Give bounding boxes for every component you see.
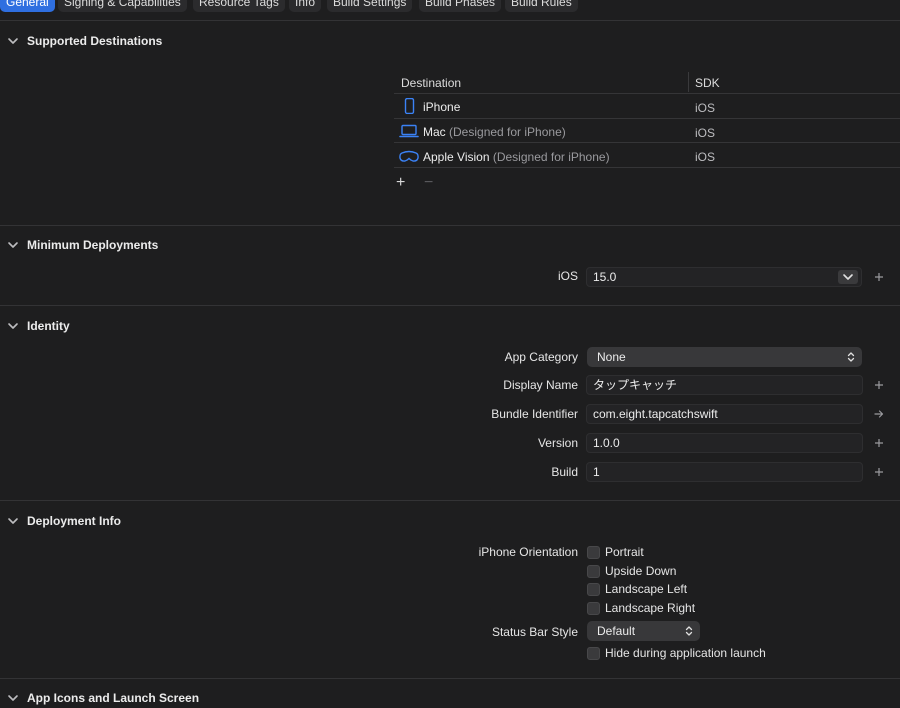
divider xyxy=(0,20,900,21)
upside-down-label[interactable]: Upside Down xyxy=(605,564,676,578)
chevron-down-icon[interactable] xyxy=(6,238,20,252)
tab-bar: General Signing & Capabilities Resource … xyxy=(0,0,900,12)
landscape-right-checkbox[interactable] xyxy=(587,602,600,615)
bundle-identifier-label: Bundle Identifier xyxy=(491,407,578,421)
ios-deployment-combo[interactable]: 15.0 xyxy=(586,267,862,287)
display-name-field[interactable]: タップキャッチ xyxy=(586,375,863,395)
vision-pro-icon xyxy=(399,150,419,162)
destination-name: Mac (Designed for iPhone) xyxy=(423,125,566,139)
tab-build-phases[interactable]: Build Phases xyxy=(419,0,502,12)
destination-name-text: Mac xyxy=(423,125,446,139)
table-divider xyxy=(394,93,900,94)
tab-build-settings[interactable]: Build Settings xyxy=(327,0,413,12)
version-field[interactable]: 1.0.0 xyxy=(586,433,863,453)
tab-signing-capabilities[interactable]: Signing & Capabilities xyxy=(58,0,187,12)
hide-during-launch-label[interactable]: Hide during application launch xyxy=(605,646,766,660)
app-category-popup[interactable]: None xyxy=(587,347,862,367)
combo-dropdown-button[interactable] xyxy=(838,270,858,284)
add-icon[interactable] xyxy=(874,380,884,390)
portrait-checkbox[interactable] xyxy=(587,546,600,559)
divider xyxy=(0,225,900,226)
section-title: Supported Destinations xyxy=(27,34,163,48)
add-icon[interactable] xyxy=(874,438,884,448)
table-divider xyxy=(394,118,900,119)
tab-general[interactable]: General xyxy=(0,0,55,12)
version-label: Version xyxy=(537,436,578,450)
destination-name-text: Apple Vision xyxy=(423,150,490,164)
divider xyxy=(0,500,900,501)
section-title: App Icons and Launch Screen xyxy=(27,691,200,705)
column-divider xyxy=(688,72,689,92)
divider xyxy=(0,678,900,679)
destination-name: Apple Vision (Designed for iPhone) xyxy=(423,150,610,164)
status-bar-style-label: Status Bar Style xyxy=(491,625,578,639)
chevron-down-icon[interactable] xyxy=(6,691,20,705)
chevron-down-icon xyxy=(843,274,853,280)
table-divider xyxy=(394,142,900,143)
updown-chevron-icon xyxy=(685,626,693,636)
chevron-down-icon[interactable] xyxy=(6,34,20,48)
section-identity[interactable]: Identity xyxy=(0,316,900,336)
destination-sdk: iOS xyxy=(695,126,716,140)
destination-note: (Designed for iPhone) xyxy=(492,150,610,164)
destination-name: iPhone xyxy=(423,100,461,114)
build-field[interactable]: 1 xyxy=(586,462,863,482)
section-minimum-deployments[interactable]: Minimum Deployments xyxy=(0,235,900,255)
add-destination-button[interactable]: + xyxy=(396,174,405,192)
destination-note: (Designed for iPhone) xyxy=(449,125,566,139)
landscape-left-label[interactable]: Landscape Left xyxy=(605,582,687,596)
divider xyxy=(0,305,900,306)
arrow-right-icon[interactable] xyxy=(874,409,884,419)
section-app-icons-launch-screen[interactable]: App Icons and Launch Screen xyxy=(0,688,900,708)
chevron-down-icon[interactable] xyxy=(6,514,20,528)
display-name-label: Display Name xyxy=(503,378,578,392)
iphone-icon xyxy=(404,98,415,114)
landscape-right-label[interactable]: Landscape Right xyxy=(605,601,695,615)
section-title: Minimum Deployments xyxy=(27,238,159,252)
landscape-left-checkbox[interactable] xyxy=(587,583,600,596)
tab-build-rules[interactable]: Build Rules xyxy=(505,0,578,12)
status-bar-style-value: Default xyxy=(597,624,636,638)
chevron-down-icon[interactable] xyxy=(6,319,20,333)
iphone-orientation-label: iPhone Orientation xyxy=(478,545,578,559)
build-label: Build xyxy=(551,465,578,479)
destination-sdk: iOS xyxy=(695,150,716,164)
add-icon[interactable] xyxy=(874,272,884,282)
tab-resource-tags[interactable]: Resource Tags xyxy=(193,0,285,12)
app-category-value: None xyxy=(597,350,626,364)
section-title: Deployment Info xyxy=(27,514,122,528)
section-title: Identity xyxy=(27,319,70,333)
destination-sdk: iOS xyxy=(695,101,716,115)
sdk-column-header[interactable]: SDK xyxy=(695,76,720,90)
app-category-label: App Category xyxy=(504,350,578,364)
table-divider xyxy=(394,167,900,168)
updown-chevron-icon xyxy=(847,352,855,362)
remove-destination-button[interactable]: − xyxy=(424,174,433,192)
hide-during-launch-checkbox[interactable] xyxy=(587,647,600,660)
section-supported-destinations[interactable]: Supported Destinations xyxy=(0,31,900,51)
status-bar-style-popup[interactable]: Default xyxy=(587,621,700,641)
laptop-icon xyxy=(399,124,419,138)
ios-deployment-label: iOS xyxy=(557,269,578,283)
section-deployment-info[interactable]: Deployment Info xyxy=(0,511,900,531)
add-icon[interactable] xyxy=(874,467,884,477)
bundle-identifier-field[interactable]: com.eight.tapcatchswift xyxy=(586,404,863,424)
upside-down-checkbox[interactable] xyxy=(587,565,600,578)
destination-column-header[interactable]: Destination xyxy=(401,76,461,90)
ios-deployment-value: 15.0 xyxy=(593,270,617,284)
portrait-label[interactable]: Portrait xyxy=(605,545,644,559)
tab-info[interactable]: Info xyxy=(289,0,322,12)
